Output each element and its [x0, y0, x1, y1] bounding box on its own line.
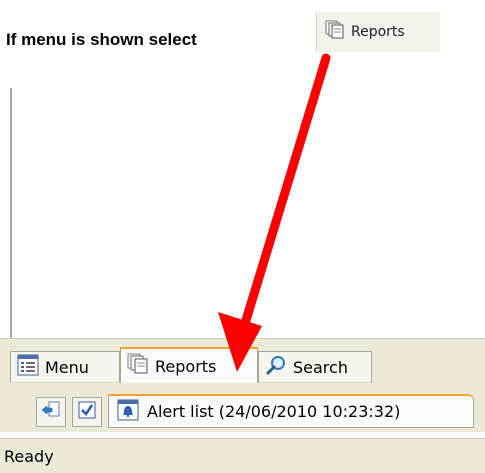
- content-pane: [10, 88, 485, 338]
- menu-icon: [17, 354, 39, 380]
- tab-bar: Menu Reports Search: [0, 338, 485, 391]
- search-icon: [265, 354, 287, 380]
- alert-list-tab[interactable]: Alert list (24/06/2010 10:23:32): [108, 394, 474, 428]
- export-button[interactable]: [36, 397, 66, 427]
- status-bar: Ready: [0, 438, 485, 473]
- instruction-text: If menu is shown select: [6, 30, 197, 49]
- tab-menu-label: Menu: [45, 357, 89, 377]
- status-text: Ready: [4, 446, 54, 466]
- tab-search-label: Search: [293, 357, 348, 377]
- reports-icon: [127, 353, 149, 379]
- export-icon: [41, 400, 61, 424]
- tab-menu[interactable]: Menu: [10, 351, 120, 383]
- reports-icon: [325, 20, 345, 44]
- tab-reports[interactable]: Reports: [120, 347, 258, 383]
- alert-list-label: Alert list (24/06/2010 10:23:32): [147, 402, 401, 421]
- select-checkbox-button[interactable]: [72, 397, 102, 427]
- tab-search[interactable]: Search: [258, 351, 372, 383]
- alert-icon: [117, 399, 139, 425]
- tab-reports-label: Reports: [155, 356, 217, 376]
- checkbox-icon: [77, 400, 97, 424]
- reports-menu-button[interactable]: Reports: [316, 12, 440, 52]
- reports-chip-label: Reports: [351, 24, 405, 40]
- toolbar-row: Alert list (24/06/2010 10:23:32): [0, 390, 485, 432]
